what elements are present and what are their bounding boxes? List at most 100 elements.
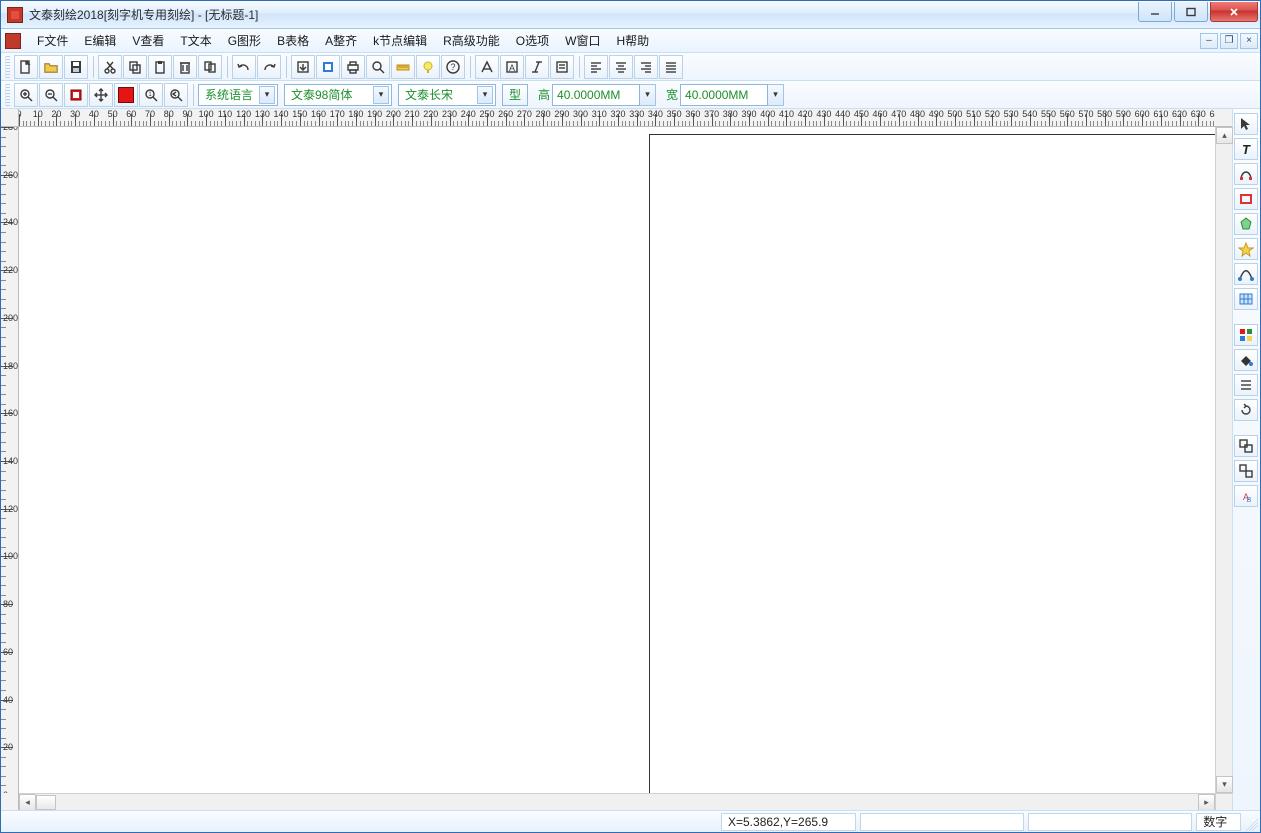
undo-button[interactable] xyxy=(232,55,256,79)
menu-item[interactable]: G图形 xyxy=(220,29,269,52)
scroll-up-button[interactable]: ▴ xyxy=(1216,127,1233,144)
menu-item[interactable]: A整齐 xyxy=(317,29,365,52)
tips-button[interactable] xyxy=(416,55,440,79)
outline-text-button[interactable]: A xyxy=(500,55,524,79)
scroll-down-button[interactable]: ▾ xyxy=(1216,776,1233,793)
ruler-label: 220 xyxy=(423,109,438,119)
preview-button[interactable] xyxy=(366,55,390,79)
font-family-combo[interactable]: 文泰长宋 ▾ xyxy=(398,84,496,106)
rectangle-tool[interactable] xyxy=(1234,188,1258,210)
redo-button[interactable] xyxy=(257,55,281,79)
menu-item[interactable]: k节点编辑 xyxy=(365,29,435,52)
duplicate-button[interactable] xyxy=(198,55,222,79)
zoom-in-button[interactable] xyxy=(14,83,38,107)
ruler-label: 440 xyxy=(835,109,850,119)
menu-item[interactable]: R高级功能 xyxy=(435,29,508,52)
height-input[interactable] xyxy=(552,84,640,106)
toolbar-grip[interactable] xyxy=(5,84,10,106)
mdi-close-button[interactable]: × xyxy=(1240,33,1258,49)
chevron-down-icon[interactable]: ▾ xyxy=(259,86,275,104)
cut-plot-button[interactable] xyxy=(316,55,340,79)
canvas[interactable] xyxy=(19,127,1215,793)
star-tool[interactable] xyxy=(1234,238,1258,260)
zoom-out-button[interactable] xyxy=(39,83,63,107)
ungroup-tool[interactable] xyxy=(1234,460,1258,482)
zoom-previous-button[interactable] xyxy=(164,83,188,107)
page-tab[interactable] xyxy=(36,795,56,810)
resize-grip-icon[interactable] xyxy=(1245,813,1258,831)
mdi-app-icon[interactable] xyxy=(5,33,21,49)
polygon-tool[interactable] xyxy=(1234,213,1258,235)
mdi-restore-button[interactable]: ❐ xyxy=(1220,33,1238,49)
maximize-button[interactable] xyxy=(1174,2,1208,22)
bezier-tool[interactable] xyxy=(1234,263,1258,285)
align-right-button[interactable] xyxy=(634,55,658,79)
ruler-label: 320 xyxy=(610,109,625,119)
help-button[interactable]: ? xyxy=(441,55,465,79)
menu-item[interactable]: B表格 xyxy=(269,29,317,52)
align-justify-button[interactable] xyxy=(659,55,683,79)
table-tool[interactable] xyxy=(1234,288,1258,310)
print-button[interactable] xyxy=(341,55,365,79)
rotate-tool[interactable] xyxy=(1234,399,1258,421)
horizontal-scrollbar[interactable]: ◂ ▸ xyxy=(19,793,1215,810)
scroll-left-button[interactable]: ◂ xyxy=(19,794,36,811)
titlebar[interactable]: 文泰刻绘2018[刻字机专用刻绘] - [无标题-1] xyxy=(1,1,1260,29)
ruler-label: 590 xyxy=(1116,109,1131,119)
italic-button[interactable] xyxy=(525,55,549,79)
ab-text-tool[interactable]: AB xyxy=(1234,485,1258,507)
width-input[interactable] xyxy=(680,84,768,106)
horizontal-ruler[interactable]: 0102030405060708090100110120130140150160… xyxy=(19,109,1215,127)
align-left-button[interactable] xyxy=(584,55,608,79)
toolbar-grip[interactable] xyxy=(5,56,10,78)
pan-button[interactable] xyxy=(89,83,113,107)
menu-item[interactable]: H帮助 xyxy=(608,29,657,52)
text-frame-button[interactable] xyxy=(550,55,574,79)
mdi-minimize-button[interactable]: – xyxy=(1200,33,1218,49)
close-button[interactable] xyxy=(1210,2,1258,22)
minimize-button[interactable] xyxy=(1138,2,1172,22)
copy-button[interactable] xyxy=(123,55,147,79)
ruler-label: 210 xyxy=(405,109,420,119)
paste-button[interactable] xyxy=(148,55,172,79)
chevron-down-icon[interactable]: ▾ xyxy=(477,86,493,104)
font-family-group-combo[interactable]: 文泰98简体 ▾ xyxy=(284,84,392,106)
language-combo[interactable]: 系统语言 ▾ xyxy=(198,84,278,106)
ruler-label: 20 xyxy=(51,109,61,119)
chevron-down-icon[interactable]: ▾ xyxy=(768,84,784,106)
menu-item[interactable]: F文件 xyxy=(29,29,76,52)
zoom-page-button[interactable] xyxy=(64,83,88,107)
align-center-button[interactable] xyxy=(609,55,633,79)
open-file-button[interactable] xyxy=(39,55,63,79)
zoom-actual-button[interactable]: 1 xyxy=(139,83,163,107)
pointer-tool[interactable] xyxy=(1234,113,1258,135)
cut-button[interactable] xyxy=(98,55,122,79)
menu-item[interactable]: O选项 xyxy=(508,29,557,52)
group-tool[interactable] xyxy=(1234,435,1258,457)
scroll-right-button[interactable]: ▸ xyxy=(1198,794,1215,811)
save-file-button[interactable] xyxy=(64,55,88,79)
delete-button[interactable] xyxy=(173,55,197,79)
chevron-down-icon[interactable]: ▾ xyxy=(640,84,656,106)
new-file-button[interactable] xyxy=(14,55,38,79)
menu-item[interactable]: W窗口 xyxy=(557,29,608,52)
font-type-button[interactable]: 型 xyxy=(502,84,528,106)
node-edit-tool[interactable] xyxy=(1234,163,1258,185)
ruler-label: 250 xyxy=(479,109,494,119)
ruler-label: 120 xyxy=(3,504,18,514)
vertical-scrollbar[interactable]: ▴ ▾ xyxy=(1215,127,1232,793)
menu-item[interactable]: E编辑 xyxy=(76,29,124,52)
menu-item[interactable]: V查看 xyxy=(124,29,172,52)
measure-button[interactable] xyxy=(391,55,415,79)
text-tool[interactable]: T xyxy=(1234,138,1258,160)
menu-item[interactable]: T文本 xyxy=(172,29,219,52)
ruler-origin[interactable] xyxy=(1,109,19,127)
import-button[interactable] xyxy=(291,55,315,79)
chevron-down-icon[interactable]: ▾ xyxy=(373,86,389,104)
vertical-ruler[interactable]: 280260240220200180160140120100806040200 xyxy=(1,127,19,793)
color-palette-tool[interactable] xyxy=(1234,324,1258,346)
align-lines-tool[interactable] xyxy=(1234,374,1258,396)
fill-tool[interactable] xyxy=(1234,349,1258,371)
fit-selection-button[interactable] xyxy=(114,83,138,107)
bold-button[interactable] xyxy=(475,55,499,79)
